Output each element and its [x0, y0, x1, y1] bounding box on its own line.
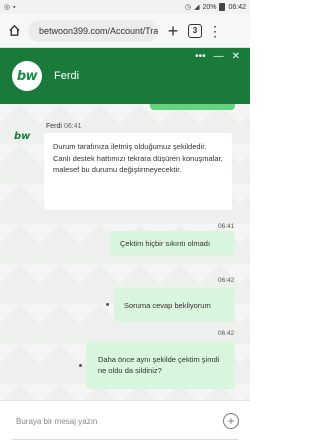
battery-percent: 20%	[202, 3, 217, 11]
browser-toolbar: betwoon399.com/Account/Tra + 3 ⋮	[0, 14, 250, 48]
attach-button[interactable]: +	[223, 413, 239, 429]
minimize-icon[interactable]: —	[214, 51, 224, 62]
more-vertical-icon: ⋮	[208, 22, 222, 39]
url-bar[interactable]: betwoon399.com/Account/Tra	[28, 19, 158, 42]
plus-circle-icon: +	[227, 414, 235, 428]
status-bar-right: ◷ ◢ 20% 06:42	[185, 3, 246, 11]
plus-icon: +	[167, 20, 179, 41]
message-time: 06:41	[218, 223, 235, 230]
divider	[12, 439, 238, 440]
agent-avatar-large: bw	[12, 61, 42, 91]
clock: 06:42	[228, 3, 246, 11]
brand-logo-small: bw	[14, 131, 31, 142]
header-controls: ••• — ✕	[195, 51, 240, 62]
chat-header: ••• — ✕ bw Ferdi	[0, 48, 250, 104]
sent-status-dot	[79, 364, 82, 367]
message-time: 06:41	[64, 123, 82, 130]
more-horizontal-icon[interactable]: •••	[195, 51, 206, 62]
agent-avatar-small: bw	[14, 126, 34, 142]
incoming-message: Durum tarafınıza iletmiş olduğumuz şekil…	[44, 133, 232, 210]
battery-icon	[219, 3, 226, 11]
brand-logo: bw	[16, 68, 38, 84]
url-text: betwoon399.com/Account/Tra	[39, 25, 158, 36]
message-sender: Ferdi	[46, 123, 62, 130]
sent-status-dot	[106, 303, 109, 306]
status-bar-left: ◎ ▪	[4, 4, 16, 11]
home-button[interactable]	[6, 23, 22, 39]
agent-name-header: Ferdi	[54, 70, 80, 82]
previous-message-tail	[150, 104, 235, 110]
close-icon[interactable]: ✕	[232, 51, 240, 62]
alarm-icon: ◷	[184, 3, 192, 11]
whatsapp-icon: ◎	[4, 3, 11, 11]
message-composer: +	[0, 400, 250, 445]
home-icon	[8, 24, 20, 36]
outgoing-message: Soruma cevap bekliyorum	[114, 288, 235, 322]
message-input[interactable]	[16, 413, 206, 429]
signal-icon: ◢	[194, 3, 200, 11]
message-time: 06:42	[218, 277, 235, 284]
browser-menu-button[interactable]: ⋮	[208, 24, 222, 38]
notification-icon: ▪	[13, 3, 16, 11]
message-time: 06:42	[218, 330, 235, 337]
tab-switcher-button[interactable]: 3	[188, 23, 202, 38]
outgoing-message: Çektim hiçbir sıkıntı olmadı	[110, 231, 235, 255]
status-bar: ◎ ▪ ◷ ◢ 20% 06:42	[0, 0, 250, 14]
outgoing-message: Daha önce aynı şekilde çektim şimdi ne o…	[86, 341, 235, 389]
new-tab-button[interactable]: +	[164, 22, 182, 40]
